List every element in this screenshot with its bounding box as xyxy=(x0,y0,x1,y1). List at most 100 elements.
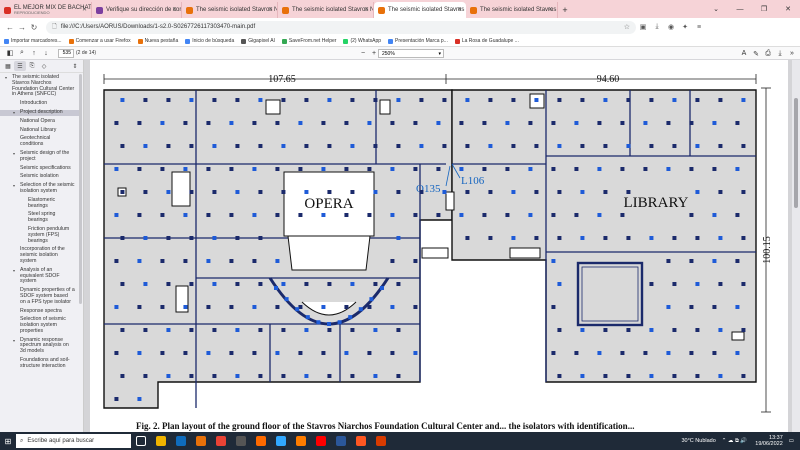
tab-close-icon[interactable]: ✕ xyxy=(457,6,462,13)
outline-toggle-icon[interactable]: ▾ xyxy=(13,110,15,116)
bookmark-item[interactable]: SaveFrom.net Helper xyxy=(281,38,336,44)
forward-button[interactable]: → xyxy=(16,20,28,34)
outline-icon[interactable]: ☰ xyxy=(14,61,26,71)
extension-icon[interactable]: ✦ xyxy=(678,20,692,34)
taskbar-app-icon[interactable] xyxy=(311,432,331,450)
outline-item[interactable]: Incorporation of the seismic isolation s… xyxy=(0,246,81,264)
outline-item[interactable]: Elastomeric bearings xyxy=(0,197,81,210)
browser-tab[interactable]: The seismic isolated Stavros N ✕ xyxy=(466,2,558,18)
find-icon[interactable]: ⌕ xyxy=(16,48,28,59)
taskbar-app-icon[interactable] xyxy=(271,432,291,450)
outline-item[interactable]: Steel spring bearings xyxy=(0,211,81,224)
outline-item[interactable]: ▾ The seismic isolated Stavros Niarchos F… xyxy=(0,74,81,98)
bookmark-item[interactable]: Gigapixel AI xyxy=(241,38,275,44)
browser-tab[interactable]: Verifique su dirección de corre ✕ xyxy=(92,2,182,18)
document-viewer[interactable]: 107.65 94.60 100.15 OPERA LIBRARY O135 L… xyxy=(84,60,800,432)
next-page-button[interactable]: ↓ xyxy=(40,48,52,59)
menu-icon[interactable]: ≡ xyxy=(692,20,706,34)
outline-item[interactable]: Response spectra xyxy=(0,308,81,315)
windows-start-icon[interactable]: ⊞ xyxy=(0,432,16,450)
outline-item[interactable]: ▾ Dynamic response spectrum analysis on 3… xyxy=(0,337,81,355)
tab-close-icon[interactable]: ✕ xyxy=(364,6,369,13)
minimize-icon[interactable]: — xyxy=(728,0,752,18)
taskbar-app-icon[interactable] xyxy=(231,432,251,450)
attachments-icon[interactable]: ⎘ xyxy=(26,61,38,71)
taskbar-app-icon[interactable] xyxy=(211,432,231,450)
bookmark-item[interactable]: (2) WhatsApp xyxy=(343,38,381,44)
account-icon[interactable]: ◉ xyxy=(664,20,678,34)
outline-toggle-icon[interactable]: ▾ xyxy=(13,338,15,344)
browser-tab[interactable]: The seismic isolated Stavros N ✕ xyxy=(374,2,466,18)
thumbnails-icon[interactable]: ▦ xyxy=(2,61,14,71)
browser-tab[interactable]: The seismic isolated Stavros N ✕ xyxy=(182,2,278,18)
tab-close-icon[interactable]: ✕ xyxy=(268,6,273,13)
sidebar-scrollbar[interactable] xyxy=(79,74,82,304)
taskbar-app-icon[interactable] xyxy=(371,432,391,450)
outline-item[interactable]: Seismic isolation xyxy=(0,173,81,180)
new-tab-button[interactable]: + xyxy=(558,2,572,18)
close-window-icon[interactable]: ✕ xyxy=(776,0,800,18)
outline-item[interactable]: Dynamic properties of a SDOF system base… xyxy=(0,287,81,305)
scrollbar-thumb[interactable] xyxy=(794,98,798,208)
address-bar[interactable]: 🗋 file:///C:/Users/AORUS/Downloads/1-s2.… xyxy=(46,20,636,34)
outline-item[interactable]: ▾ Seismic design of the project xyxy=(0,150,81,163)
layers-icon[interactable]: ◇ xyxy=(38,61,50,71)
bookmark-item[interactable]: Inicio de búsqueda xyxy=(185,38,234,44)
bookmark-item[interactable]: Comenzar a usar Firefox xyxy=(68,38,131,44)
zoom-select[interactable]: 250% ▾ xyxy=(378,49,444,58)
outline-item[interactable]: Foundations and soil-structure interacti… xyxy=(0,357,81,370)
previous-page-button[interactable]: ↑ xyxy=(28,48,40,59)
save-icon[interactable]: ⤓ xyxy=(774,48,786,59)
weather-status[interactable]: 30°C Nublado xyxy=(681,438,715,444)
bookmark-item[interactable]: Nueva pestaña xyxy=(137,38,178,44)
taskbar-app-icon[interactable] xyxy=(171,432,191,450)
outline-item[interactable]: Seismic specifications xyxy=(0,165,81,172)
expand-outline-icon[interactable]: ⇕ xyxy=(69,61,81,71)
outline-item[interactable]: National Opera xyxy=(0,118,81,125)
notifications-icon[interactable]: ▭ xyxy=(789,438,794,444)
outline-toggle-icon[interactable]: ▾ xyxy=(5,75,7,81)
taskbar-app-icon[interactable] xyxy=(351,432,371,450)
tab-close-icon[interactable]: ✕ xyxy=(548,6,553,13)
outline-item[interactable]: ▾ Project description xyxy=(0,109,81,116)
more-tools-icon[interactable]: » xyxy=(786,48,798,59)
taskbar-app-icon[interactable] xyxy=(291,432,311,450)
outline-toggle-icon[interactable]: ▾ xyxy=(13,151,15,157)
taskbar-search[interactable]: ⌕ Escribe aquí para buscar xyxy=(16,434,131,448)
bookmark-item[interactable]: Presentación Marca p... xyxy=(388,38,448,44)
bookmark-item[interactable]: La Rosa de Guadalupe ... xyxy=(454,38,519,44)
outline-toggle-icon[interactable]: ▾ xyxy=(13,268,15,274)
outline-item[interactable]: Selection of seismic isolation system pr… xyxy=(0,316,81,334)
browser-tab[interactable]: EL MEJOR MIX DE BACHATA - FREPRODUCIENDO… xyxy=(0,2,92,18)
pocket-icon[interactable]: ▣ xyxy=(636,20,650,34)
outline-item[interactable]: National Library xyxy=(0,127,81,134)
sidebar-toggle-icon[interactable]: ◧ xyxy=(4,48,16,59)
back-button[interactable]: ← xyxy=(4,20,16,34)
tray-icons[interactable]: ⌃ ☁ ⧉ 🔊 xyxy=(722,438,747,445)
task-view-icon[interactable] xyxy=(131,432,151,450)
outline-item[interactable]: ▾ Selection of the seismic isolation syst… xyxy=(0,182,81,195)
taskbar-app-icon[interactable] xyxy=(151,432,171,450)
downloads-icon[interactable]: ⤓ xyxy=(650,20,664,34)
outline-item[interactable]: Introduction xyxy=(0,100,81,107)
page-number-input[interactable]: 535 xyxy=(58,48,74,58)
clock[interactable]: 13:37 19/06/2022 xyxy=(755,435,783,447)
outline-toggle-icon[interactable]: ▾ xyxy=(13,183,15,189)
maximize-icon[interactable]: ❐ xyxy=(752,0,776,18)
bookmark-item[interactable]: Importar marcadores... xyxy=(4,38,62,44)
document-scrollbar[interactable] xyxy=(792,60,800,432)
taskbar-app-icon[interactable] xyxy=(251,432,271,450)
tab-list-icon[interactable]: ⌄ xyxy=(704,0,728,18)
text-tool-icon[interactable]: A xyxy=(738,48,750,59)
outline-item[interactable]: Geotechnical conditions xyxy=(0,136,81,148)
outline-item[interactable]: ▾ Analysis of an equivalent SDOF system xyxy=(0,267,81,285)
tab-close-icon[interactable]: ✕ xyxy=(172,6,177,13)
taskbar-app-icon[interactable] xyxy=(331,432,351,450)
browser-tab[interactable]: The seismic isolated Stavros N ✕ xyxy=(278,2,374,18)
bookmark-star-icon[interactable]: ☆ xyxy=(624,23,630,31)
draw-tool-icon[interactable]: ✎ xyxy=(750,48,762,59)
print-icon[interactable]: ⎙ xyxy=(762,48,774,59)
reload-button[interactable]: ↻ xyxy=(28,20,40,34)
outline-item[interactable]: Friction pendulum system (FPS) bearings xyxy=(0,226,81,244)
taskbar-app-icon[interactable] xyxy=(191,432,211,450)
